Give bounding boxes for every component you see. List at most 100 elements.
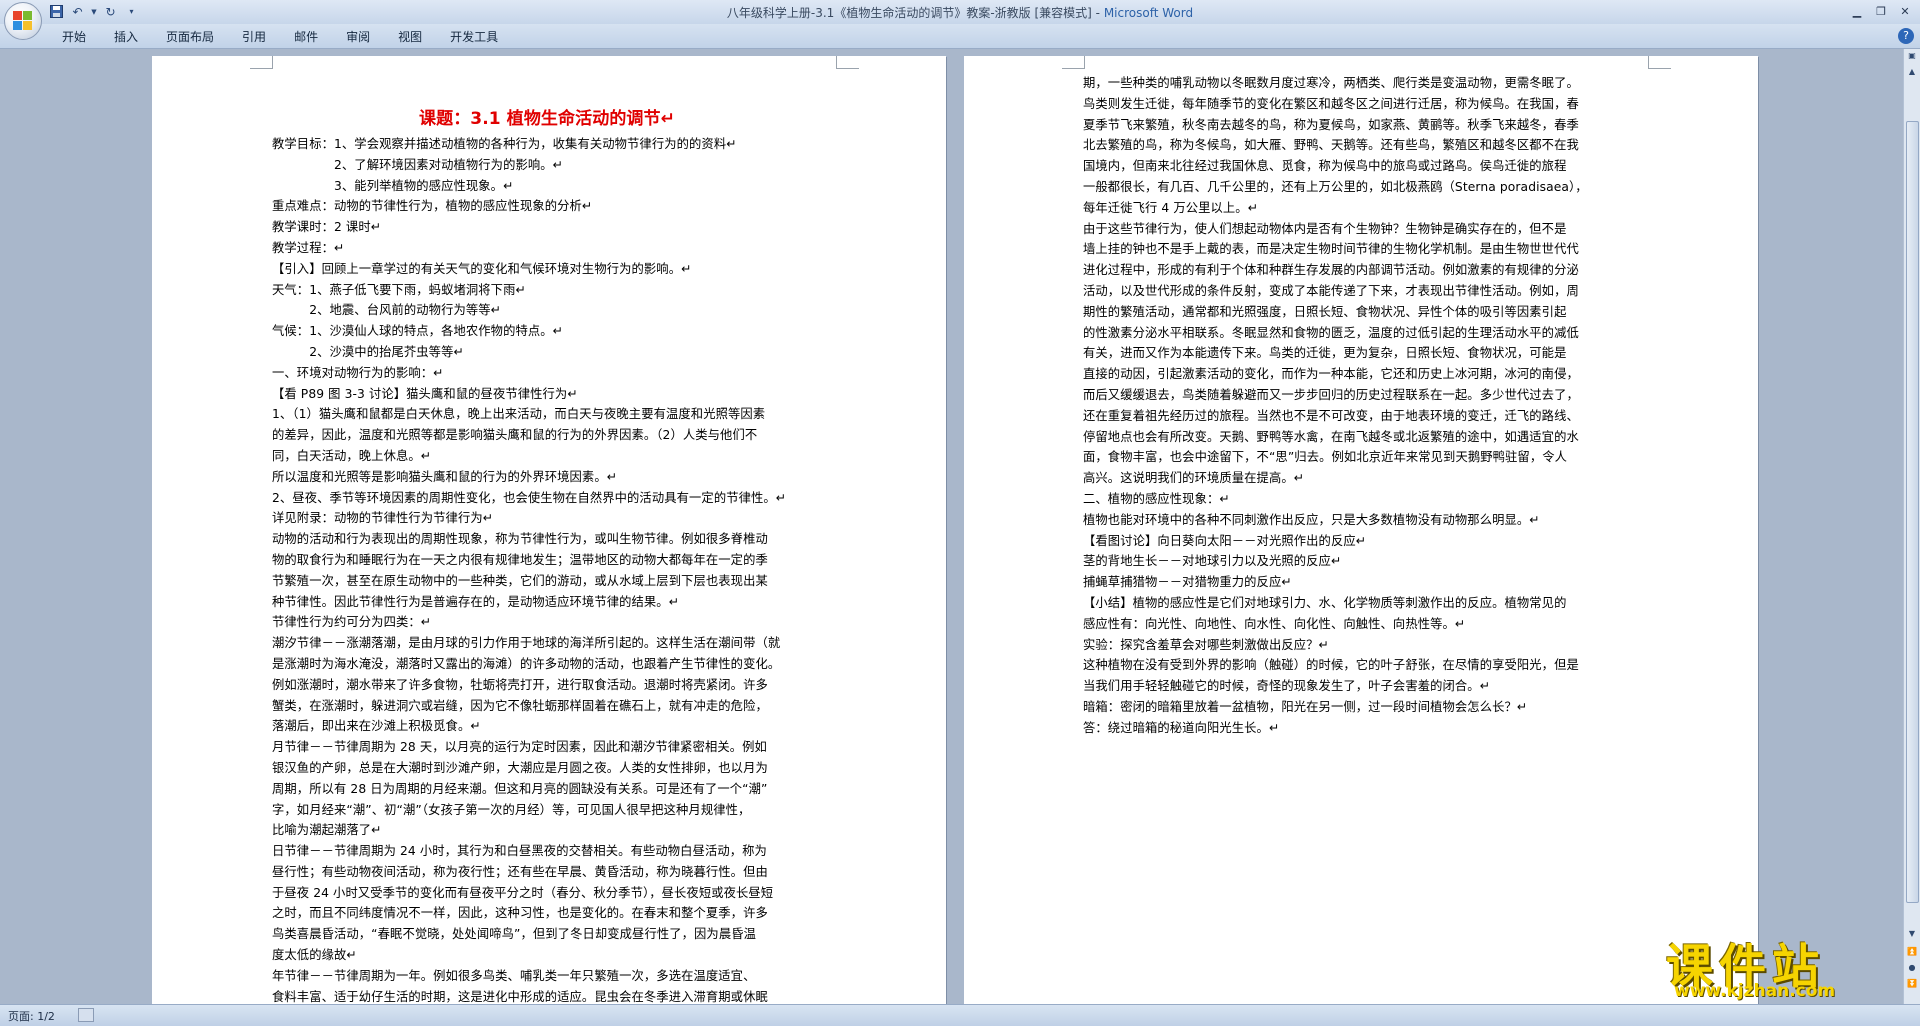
crop-mark bbox=[1648, 56, 1671, 69]
text-line: 同，白天活动，晚上休息。↵ bbox=[272, 448, 432, 463]
text-line: 2、昼夜、季节等环境因素的周期性变化，也会使生物在自然界中的活动具有一定的节律性… bbox=[272, 490, 787, 505]
text-line: 气候：1、沙漠仙人球的特点，各地农作物的特点。↵ bbox=[272, 324, 564, 339]
scroll-up-icon[interactable]: ▲ bbox=[1904, 67, 1920, 81]
text-line: 月节律－－节律周期为 28 天，以月亮的运行为定时因素，因此和潮汐节律紧密相关。… bbox=[272, 740, 767, 755]
text-line: 进化过程中，形成的有利于个体和种群生存发展的内部调节活动。例如激素的有规律的分泌 bbox=[1083, 263, 1579, 278]
tab-mailings[interactable]: 邮件 bbox=[280, 29, 332, 47]
text-line: 周期，所以有 28 日为周期的月经来潮。但这和月亮的圆缺没有关系。可是还有了一个… bbox=[272, 781, 768, 796]
ribbon: 开始 插入 页面布局 引用 邮件 审阅 视图 开发工具 ? bbox=[0, 24, 1920, 49]
text-line: 所以温度和光照等是影响猫头鹰和鼠的行为的外界环境因素。↵ bbox=[272, 469, 618, 484]
scrollbar-thumb[interactable] bbox=[1906, 121, 1919, 903]
watermark-url: www.kjzhan.com bbox=[1674, 981, 1836, 1001]
text-line: 捕蝇草捕猎物－－对猎物重力的反应↵ bbox=[1083, 575, 1292, 590]
text-line: 而后又缓缓退去，鸟类随着躲避而又一步步回归的历史过程联系在一起。多少世代过去了， bbox=[1083, 387, 1579, 402]
text-line: 教学目标：1、学会观察并描述动植物的各种行为，收集有关动物节律行为的的资料↵ bbox=[272, 137, 737, 151]
text-line: 【小结】植物的感应性是它们对地球引力、水、化学物质等刺激作出的反应。植物常见的 bbox=[1083, 595, 1567, 610]
text-line: 活动，以及世代形成的条件反射，变成了本能传递了下来，才表现出节律性活动。例如，周 bbox=[1083, 283, 1579, 298]
text-line: 茎的背地生长－－对地球引力以及光照的反应↵ bbox=[1083, 554, 1342, 569]
tab-page-layout[interactable]: 页面布局 bbox=[152, 29, 228, 47]
text-line: 2、地震、台风前的动物行为等等↵ bbox=[272, 303, 502, 318]
text-line: 夏季节飞来繁殖，秋冬南去越冬的鸟，称为夏候鸟，如家燕、黄鹂等。秋季飞来越冬，春季 bbox=[1083, 117, 1579, 132]
text-line: 是涨潮时为海水淹没，潮落时又露出的海滩）的许多动物的活动，也跟着产生节律性的变化… bbox=[272, 656, 781, 671]
document-name: 八年级科学上册-3.1《植物生命活动的调节》教案-浙教版 [兼容模式] bbox=[726, 6, 1092, 20]
text-line: 食料丰富、适于幼仔生活的时期，这是进化中形成的适应。昆虫会在冬季进入滞育期或休眠 bbox=[272, 989, 768, 1004]
ruler-toggle-icon[interactable]: ▣ bbox=[1904, 51, 1920, 65]
minimize-icon[interactable]: ▁ bbox=[1846, 2, 1868, 20]
text-line: 3、能列举植物的感应性现象。↵ bbox=[272, 178, 514, 193]
page-1-body: 课题：3.1 植物生命活动的调节↵ 教学目标：1、学会观察并描述动植物的各种行为… bbox=[272, 104, 832, 1004]
text-line: 感应性有：向光性、向地性、向水性、向化性、向触性、向热性等。↵ bbox=[1083, 616, 1466, 631]
title-separator: - bbox=[1091, 6, 1104, 20]
vertical-scrollbar[interactable]: ▣ ▲ ▼ ⏫ ● ⏬ bbox=[1903, 49, 1920, 1004]
text-line: 的性激素分泌水平相联系。冬眠显然和食物的匮乏，温度的过低引起的生理活动水平的减低 bbox=[1083, 325, 1579, 340]
text-line: 高兴。这说明我们的环境质量在提高。↵ bbox=[1083, 471, 1305, 486]
page-2-lines: 期，一些种类的哺乳动物以冬眠数月度过寒冷，两栖类、爬行类是变温动物，更需冬眠了。… bbox=[1083, 73, 1636, 739]
text-line: 潮汐节律－－涨潮落潮，是由月球的引力作用于地球的海洋所引起的。这样生活在潮间带（… bbox=[272, 636, 781, 651]
tab-home[interactable]: 开始 bbox=[48, 29, 100, 47]
crop-mark bbox=[250, 56, 273, 69]
status-bar: 页面: 1/2 bbox=[0, 1004, 1920, 1026]
window-controls: ▁ ❐ ✕ bbox=[1846, 2, 1916, 20]
text-line: 鸟类则发生迁徙，每年随季节的变化在繁区和越冬区之间进行迁居，称为候鸟。在我国，春 bbox=[1083, 96, 1579, 111]
help-icon[interactable]: ? bbox=[1898, 28, 1914, 44]
text-line: 北去繁殖的鸟，称为冬候鸟，如大雁、野鸭、天鹅等。还有些鸟，繁殖区和越冬区都不在我 bbox=[1083, 138, 1579, 153]
site-watermark: 课件站 www.kjzhan.com bbox=[1666, 928, 1910, 1004]
lesson-title: 课题：3.1 植物生命活动的调节↵ bbox=[419, 109, 675, 129]
text-line: 一般都很长，有几百、几千公里的，还有上万公里的，如北极燕鸥（Sterna por… bbox=[1083, 179, 1588, 194]
title-bar: ↶ ▼ ↻ ▾ 八年级科学上册-3.1《植物生命活动的调节》教案-浙教版 [兼容… bbox=[0, 0, 1920, 40]
office-logo-icon bbox=[13, 11, 33, 31]
text-line: 节律性行为约可分为四类：↵ bbox=[272, 615, 432, 630]
text-line: 有关，进而又作为本能遗传下来。鸟类的迁徙，更为复杂，日照长短、食物状况，可能是 bbox=[1083, 346, 1567, 361]
text-line: 还在重复着祖先经历过的旅程。当然也不是不可改变，由于地表环境的变迁，迁飞的路线、 bbox=[1083, 408, 1579, 423]
tab-insert[interactable]: 插入 bbox=[100, 29, 152, 47]
text-line: 一、环境对动物行为的影响：↵ bbox=[272, 365, 444, 380]
text-line: 例如涨潮时，潮水带来了许多食物，牡蛎将壳打开，进行取食活动。退潮时将壳紧闭。许多 bbox=[272, 677, 768, 692]
page-1-lines: 教学目标：1、学会观察并描述动植物的各种行为，收集有关动物节律行为的的资料↵ 2… bbox=[272, 134, 832, 1004]
close-icon[interactable]: ✕ bbox=[1894, 2, 1916, 20]
page-count-indicator[interactable]: 页面: 1/2 bbox=[8, 1008, 55, 1024]
text-line: 年节律－－节律周期为一年。例如很多鸟类、哺乳类一年只繁殖一次，多选在温度适宜、 bbox=[272, 968, 756, 983]
text-line: 日节律－－节律周期为 24 小时，其行为和白昼黑夜的交替相关。有些动物白昼活动，… bbox=[272, 844, 767, 859]
text-line: 节繁殖一次，甚至在原生动物中的一些种类，它们的游动，或从水域上层到下层也表现出某 bbox=[272, 573, 768, 588]
tab-review[interactable]: 审阅 bbox=[332, 29, 384, 47]
proofing-icon[interactable] bbox=[78, 1008, 94, 1022]
text-line: 植物也能对环境中的各种不同刺激作出反应，只是大多数植物没有动物那么明显。↵ bbox=[1083, 512, 1540, 527]
text-line: 墙上挂的钟也不是手上戴的表，而是决定生物时间节律的生物化学机制。是由生物世世代代 bbox=[1083, 242, 1579, 257]
office-button[interactable] bbox=[4, 2, 42, 40]
page-2-body: 期，一些种类的哺乳动物以冬眠数月度过寒冷，两栖类、爬行类是变温动物，更需冬眠了。… bbox=[1083, 73, 1636, 739]
text-line: 期，一些种类的哺乳动物以冬眠数月度过寒冷，两栖类、爬行类是变温动物，更需冬眠了。 bbox=[1083, 76, 1579, 90]
text-line: 2、了解环境因素对动植物行为的影响。↵ bbox=[272, 157, 564, 172]
text-line: 物的取食行为和睡眠行为在一天之内很有规律地发生；温带地区的动物大都每年在一定的季 bbox=[272, 552, 768, 567]
text-line: 比喻为潮起潮落了↵ bbox=[272, 823, 382, 838]
text-line: 二、植物的感应性现象：↵ bbox=[1083, 491, 1230, 506]
text-line: 种节律性。因此节律性行为是普遍存在的，是动物适应环境节律的结果。↵ bbox=[272, 594, 680, 609]
text-line: 落潮后，即出来在沙滩上积极觅食。↵ bbox=[272, 719, 481, 734]
document-page-2[interactable]: 期，一些种类的哺乳动物以冬眠数月度过寒冷，两栖类、爬行类是变温动物，更需冬眠了。… bbox=[964, 56, 1758, 1004]
text-line: 直接的动因，引起激素活动的变化，而作为一种本能，它还和历史上冰河期，冰河的南侵， bbox=[1083, 367, 1579, 382]
app-name: Microsoft Word bbox=[1103, 6, 1194, 20]
crop-mark bbox=[836, 56, 859, 69]
maximize-icon[interactable]: ❐ bbox=[1870, 2, 1892, 20]
text-line: 天气：1、燕子低飞要下雨，蚂蚁堵洞将下雨↵ bbox=[272, 282, 526, 297]
text-line: 教学课时：2 课时↵ bbox=[272, 220, 382, 235]
text-line: 重点难点：动物的节律性行为，植物的感应性现象的分析↵ bbox=[272, 199, 593, 214]
document-page-1[interactable]: 课题：3.1 植物生命活动的调节↵ 教学目标：1、学会观察并描述动植物的各种行为… bbox=[152, 56, 946, 1004]
text-line: 每年迁徙飞行 4 万公里以上。↵ bbox=[1083, 200, 1259, 215]
text-line: 1、（1）猫头鹰和鼠都是白天休息，晚上出来活动，而白天与夜晚主要有温度和光照等因… bbox=[272, 407, 766, 422]
text-line: 实验：探究含羞草会对哪些刺激做出反应？↵ bbox=[1083, 637, 1329, 652]
tab-developer[interactable]: 开发工具 bbox=[436, 29, 512, 47]
text-line: 教学过程：↵ bbox=[272, 240, 345, 255]
text-line: 【引入】回顾上一章学过的有关天气的变化和气候环境对生物行为的影响。↵ bbox=[272, 261, 692, 276]
text-line: 蟹类，在涨潮时，躲进洞穴或岩缝，因为它不像牡蛎那样固着在礁石上，就有冲走的危险， bbox=[272, 698, 768, 713]
text-line: 【看 P89 图 3-3 讨论】猫头鹰和鼠的昼夜节律性行为↵ bbox=[272, 386, 578, 401]
tab-references[interactable]: 引用 bbox=[228, 29, 280, 47]
text-line: 的差异，因此，温度和光照等都是影响猫头鹰和鼠的行为的外界因素。（2）人类与他们不 bbox=[272, 428, 758, 443]
crop-mark bbox=[1062, 56, 1085, 69]
tab-view[interactable]: 视图 bbox=[384, 29, 436, 47]
text-line: 面，食物丰富，也会中途留下，不“思”归去。例如北京近年来常见到天鹅野鸭驻留，令人 bbox=[1083, 450, 1568, 465]
text-line: 于昼夜 24 小时又受季节的变化而有昼夜平分之时（春分、秋分季节），昼长夜短或夜… bbox=[272, 885, 774, 900]
text-line: 昼行性；有些动物夜间活动，称为夜行性；还有些在早晨、黄昏活动，称为晓暮行性。但由 bbox=[272, 864, 768, 879]
text-line: 答：绕过暗箱的秘道向阳光生长。↵ bbox=[1083, 720, 1280, 735]
text-line: 鸟类喜晨昏活动，“春眠不觉晓，处处闻啼鸟”，但到了冬日却变成昼行性了，因为晨昏温 bbox=[272, 927, 757, 942]
text-line: 停留地点也会有所改变。天鹅、野鸭等水禽，在南飞越冬或北返繁殖的途中，如遇适宜的水 bbox=[1083, 429, 1579, 444]
